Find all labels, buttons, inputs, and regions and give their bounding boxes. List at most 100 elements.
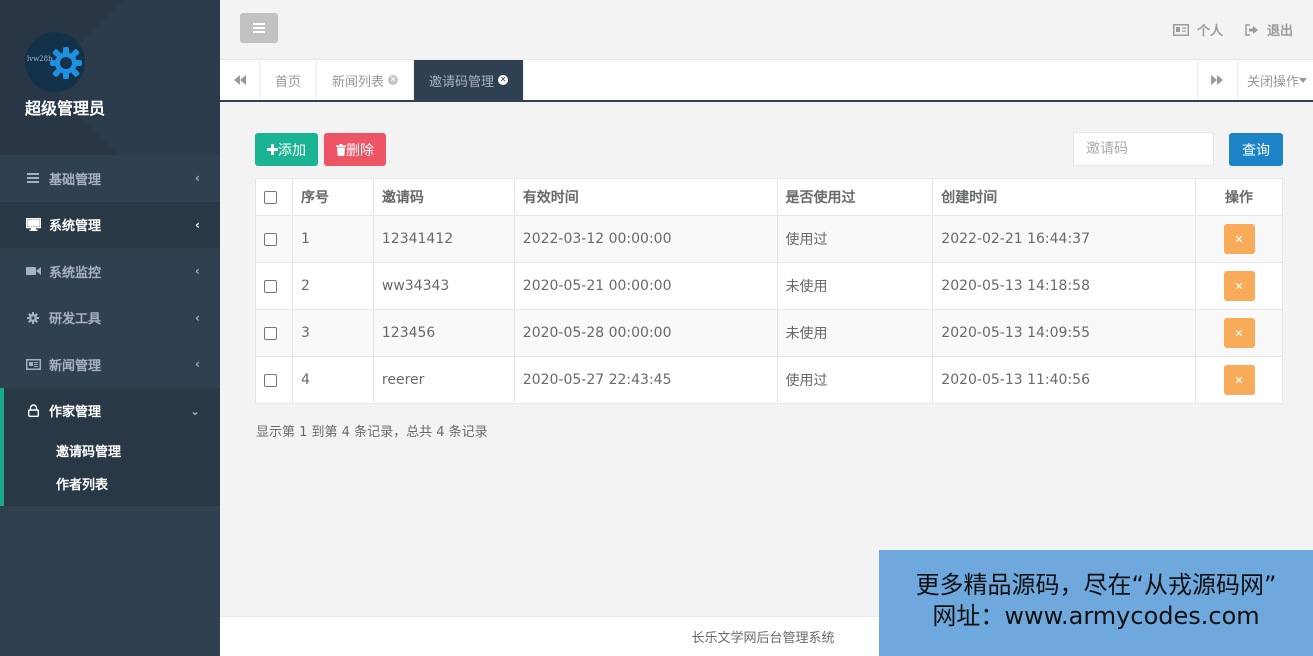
forward-icon xyxy=(1211,75,1224,85)
cell-valid-time: 2020-05-21 00:00:00 xyxy=(513,262,778,310)
avatar[interactable]: lvw28b xyxy=(25,32,85,92)
sidebar: lvw28b 超级管理员 基础管理 ‹ 系统管理 ‹ 系统监控 ‹ 研发工具 ‹… xyxy=(0,0,220,656)
video-camera-icon xyxy=(25,266,41,276)
cell-used: 未使用 xyxy=(776,309,934,357)
row-checkbox[interactable] xyxy=(264,326,277,340)
chevron-left-icon: ‹ xyxy=(195,217,200,232)
sidebar-item-devtools[interactable]: 研发工具 ‹ xyxy=(0,295,220,342)
cell-id: 3 xyxy=(291,309,374,357)
delete-row-button[interactable]: ✕ xyxy=(1223,365,1255,395)
backward-icon xyxy=(233,75,246,85)
chevron-left-icon: ‹ xyxy=(195,357,200,372)
close-icon[interactable]: ✕ xyxy=(388,75,399,85)
tab-news-list[interactable]: 新闻列表 ✕ xyxy=(317,60,415,100)
row-checkbox[interactable] xyxy=(264,373,277,387)
sidebar-item-monitor[interactable]: 系统监控 ‹ xyxy=(0,248,220,295)
close-icon[interactable]: ✕ xyxy=(498,75,509,85)
cell-actions: ✕ xyxy=(1195,215,1283,263)
cell-actions: ✕ xyxy=(1195,356,1283,404)
trash-icon xyxy=(336,143,346,156)
cell-created: 2022-02-21 16:44:37 xyxy=(932,215,1196,263)
delete-button[interactable]: 删除 xyxy=(324,133,386,166)
delete-row-button[interactable]: ✕ xyxy=(1223,271,1255,301)
table-header-row: 序号 邀请码 有效时间 是否使用过 创建时间 操作 xyxy=(255,178,1283,216)
cell-used: 未使用 xyxy=(776,262,934,310)
chevron-left-icon: ‹ xyxy=(195,310,200,325)
cell-id: 1 xyxy=(291,215,374,263)
cell-actions: ✕ xyxy=(1195,262,1283,310)
tab-scroll-right-button[interactable] xyxy=(1196,60,1237,100)
column-header: 操作 xyxy=(1195,178,1283,216)
table-row[interactable]: 3 123456 2020-05-28 00:00:00 未使用 2020-05… xyxy=(255,309,1283,357)
invite-code-table: 序号 邀请码 有效时间 是否使用过 创建时间 操作 1 12341412 202… xyxy=(255,178,1283,404)
sidebar-item-label: 研发工具 xyxy=(49,312,102,328)
cell-actions: ✕ xyxy=(1195,309,1283,357)
sidebar-item-news[interactable]: 新闻管理 ‹ xyxy=(0,341,220,388)
select-all-checkbox[interactable] xyxy=(264,190,277,204)
cell-used: 使用过 xyxy=(776,356,934,404)
newspaper-icon xyxy=(25,358,41,370)
list-icon xyxy=(25,173,41,184)
row-select-cell xyxy=(255,262,293,310)
add-button[interactable]: 添加 xyxy=(255,133,318,166)
sidebar-item-label: 系统监控 xyxy=(49,265,102,281)
sidebar-item-writer[interactable]: 作家管理 ⌄ xyxy=(4,388,220,435)
tab-scroll-left-button[interactable] xyxy=(220,60,260,100)
sidebar-item-system[interactable]: 系统管理 ‹ xyxy=(0,201,220,248)
cell-valid-time: 2022-03-12 00:00:00 xyxy=(513,215,778,263)
query-button[interactable]: 查询 xyxy=(1229,133,1283,166)
personal-link[interactable]: 个人 xyxy=(1172,20,1223,39)
column-header[interactable]: 是否使用过 xyxy=(776,178,934,216)
delete-row-button[interactable]: ✕ xyxy=(1223,224,1255,254)
cell-id: 4 xyxy=(291,356,374,404)
logout-link[interactable]: 退出 xyxy=(1245,20,1293,39)
close-operations-dropdown[interactable]: 关闭操作 xyxy=(1236,60,1313,100)
caret-down-icon xyxy=(1299,77,1307,83)
pagination-summary: 显示第 1 到第 4 条记录，总共 4 条记录 xyxy=(256,425,488,440)
sign-out-icon xyxy=(1245,23,1258,36)
cell-created: 2020-05-13 14:09:55 xyxy=(932,309,1196,357)
table-row[interactable]: 1 12341412 2022-03-12 00:00:00 使用过 2022-… xyxy=(255,215,1283,263)
cell-used: 使用过 xyxy=(776,215,934,263)
column-header[interactable]: 创建时间 xyxy=(932,178,1196,216)
column-header[interactable]: 有效时间 xyxy=(513,178,778,216)
cell-code: ww34343 xyxy=(372,262,515,310)
cell-code: 123456 xyxy=(372,309,515,357)
sidebar-item-label: 作家管理 xyxy=(49,405,102,421)
tab-bar: 首页 新闻列表 ✕ 邀请码管理 ✕ 关闭操作 xyxy=(220,60,1313,102)
cell-created: 2020-05-13 14:18:58 xyxy=(932,262,1196,310)
add-label: 添加 xyxy=(278,142,306,159)
watermark-line-1: 更多精品源码，尽在“从戎源码网” xyxy=(915,571,1277,599)
gear-icon xyxy=(25,311,41,324)
table-row[interactable]: 4 reerer 2020-05-27 22:43:45 使用过 2020-05… xyxy=(255,356,1283,404)
submenu-item-invite-codes[interactable]: 邀请码管理 xyxy=(4,434,220,467)
cell-code: 12341412 xyxy=(372,215,515,263)
logout-label: 退出 xyxy=(1266,24,1293,39)
sidebar-menu: 基础管理 ‹ 系统管理 ‹ 系统监控 ‹ 研发工具 ‹ 新闻管理 ‹ xyxy=(0,155,220,388)
personal-label: 个人 xyxy=(1196,24,1223,39)
table-row[interactable]: 2 ww34343 2020-05-21 00:00:00 未使用 2020-0… xyxy=(255,262,1283,310)
submenu-item-authors[interactable]: 作者列表 xyxy=(4,467,220,500)
delete-label: 删除 xyxy=(346,142,374,159)
chevron-down-icon: ⌄ xyxy=(189,403,200,418)
watermark-banner: 更多精品源码，尽在“从戎源码网” 网址：www.armycodes.com xyxy=(879,550,1313,656)
row-checkbox[interactable] xyxy=(264,279,277,293)
invite-code-search-input[interactable] xyxy=(1073,132,1214,166)
sidebar-item-basic[interactable]: 基础管理 ‹ xyxy=(0,155,220,202)
plus-icon xyxy=(267,144,278,155)
watermark-line-2: 网址：www.armycodes.com xyxy=(932,602,1260,630)
tab-invite-codes[interactable]: 邀请码管理 ✕ xyxy=(414,60,525,100)
column-header[interactable]: 邀请码 xyxy=(372,178,515,216)
table-toolbar: 添加 删除 查询 xyxy=(255,132,1283,166)
row-select-cell xyxy=(255,356,293,404)
id-card-icon xyxy=(1172,23,1189,36)
tab-label: 首页 xyxy=(275,74,302,90)
delete-row-button[interactable]: ✕ xyxy=(1223,318,1255,348)
chevron-left-icon: ‹ xyxy=(195,264,200,279)
admin-name[interactable]: 超级管理员 xyxy=(25,95,105,119)
menu-toggle-button[interactable] xyxy=(240,13,278,43)
column-header[interactable]: 序号 xyxy=(291,178,374,216)
row-checkbox[interactable] xyxy=(264,232,277,246)
tab-home[interactable]: 首页 xyxy=(260,60,318,100)
profile-header: lvw28b 超级管理员 xyxy=(0,0,220,155)
